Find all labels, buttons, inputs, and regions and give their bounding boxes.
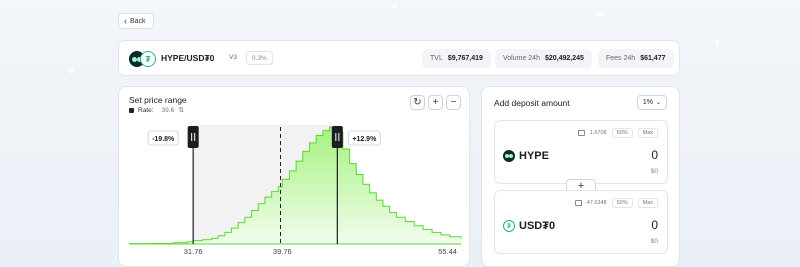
pair-name: HYPE/USD₮0 — [161, 53, 215, 63]
usdt0-token-icon: ₮ — [140, 51, 156, 67]
stat-value: $61,477 — [640, 55, 666, 62]
x-axis-ticks: 31.76 39.76 55.44 — [184, 247, 457, 256]
upper-bound-handle[interactable] — [331, 126, 343, 148]
slippage-select[interactable]: 1% ⌄ — [636, 95, 667, 110]
back-button[interactable]: ‹ Back — [118, 13, 154, 29]
pool-header: ₮ HYPE/USD₮0 V3 0.3% TVL $9,767,419 Volu… — [118, 40, 680, 76]
sparkle-icon: ✦ — [712, 36, 723, 50]
lower-pct-text: -19.8% — [152, 136, 175, 143]
sparkle-icon: ✦ — [595, 8, 606, 22]
back-label: Back — [130, 17, 146, 25]
token-symbol-text: HYPE — [519, 150, 549, 162]
chevron-left-icon: ‹ — [124, 15, 127, 26]
deposit-title: Add deposit amount — [494, 98, 570, 108]
deposit-panel: Add deposit amount 1% ⌄ 1.6708 50% Max H… — [481, 86, 680, 267]
stat-label: TVL — [430, 55, 443, 62]
usdt0-token-icon: ₮ — [503, 220, 515, 232]
upper-pct-text: +12.9% — [352, 136, 377, 143]
stat-label: Fees 24h — [606, 55, 636, 62]
chevron-down-icon: ⌄ — [655, 100, 661, 106]
upper-pct-badge: +12.9% — [347, 130, 381, 146]
usdt0-deposit-card: 47.6348 50% Max ₮ USD₮0 0 $0 — [494, 190, 668, 254]
liquidity-chart[interactable]: -19.8% +12.9% 31.76 39.76 55.44 — [119, 87, 471, 267]
x-tick-label: 39.76 — [273, 247, 292, 256]
token-symbol: HYPE — [503, 150, 549, 162]
max-button[interactable]: Max — [637, 128, 658, 138]
fee-tier-badge: 0.3% — [246, 51, 273, 65]
volume-stat: Volume 24h $20,492,245 — [495, 49, 592, 68]
lower-bound-handle[interactable] — [187, 126, 199, 148]
max-button[interactable]: Max — [637, 198, 658, 208]
pool-version: V3 — [229, 54, 237, 61]
wallet-icon — [577, 130, 585, 136]
sparkle-icon: ✦ — [390, 0, 401, 14]
price-range-panel: Set price range Rate: 39.6 ⇅ ↻ + − -19.8… — [118, 86, 470, 267]
half-button[interactable]: 50% — [611, 128, 633, 138]
stat-value: $20,492,245 — [544, 55, 584, 62]
amount-input[interactable]: 0 — [651, 218, 658, 232]
tvl-stat: TVL $9,767,419 — [422, 49, 491, 68]
hype-token-icon — [503, 150, 515, 162]
balance-row: 47.6348 50% Max — [574, 198, 658, 208]
x-tick-label: 31.76 — [184, 247, 203, 256]
wallet-icon — [574, 200, 582, 206]
token-balance: 1.6708 — [589, 130, 607, 136]
pair-icons: ₮ — [129, 51, 156, 67]
amount-input[interactable]: 0 — [651, 148, 658, 162]
stat-label: Volume 24h — [503, 55, 540, 62]
fees-stat: Fees 24h $61,477 — [598, 49, 674, 68]
slippage-value: 1% — [642, 99, 653, 106]
half-button[interactable]: 50% — [611, 198, 633, 208]
token-symbol-text: USD₮0 — [519, 220, 556, 232]
token-symbol: ₮ USD₮0 — [503, 220, 555, 232]
lower-pct-badge: -19.8% — [147, 130, 179, 146]
sparkle-icon: ✦ — [66, 64, 77, 78]
x-tick-label: 55.44 — [438, 247, 457, 256]
balance-row: 1.6708 50% Max — [577, 128, 658, 138]
usd-value: $0 — [650, 168, 658, 175]
usd-value: $0 — [650, 238, 658, 245]
stat-value: $9,767,419 — [447, 55, 483, 62]
token-balance: 47.6348 — [586, 200, 607, 206]
hype-deposit-card: 1.6708 50% Max HYPE 0 $0 — [494, 120, 668, 184]
